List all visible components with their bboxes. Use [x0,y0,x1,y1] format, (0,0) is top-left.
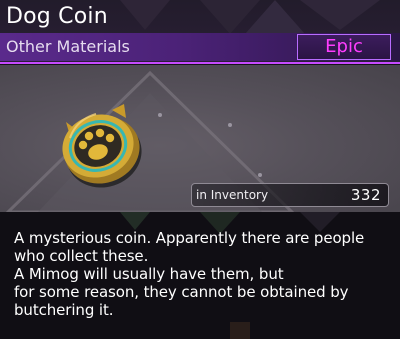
dog-coin-icon [62,104,142,188]
item-description-panel: A mysterious coin. Apparently there are … [0,212,400,339]
item-detail-card: Dog Coin Other Materials Epic in Invento… [0,0,400,339]
rarity-badge: Epic [297,34,391,60]
item-description: A mysterious coin. Apparently there are … [14,229,365,319]
inventory-count: 332 [350,186,381,204]
item-category: Other Materials [6,37,130,56]
item-preview: in Inventory 332 [0,65,400,212]
item-title: Dog Coin [6,4,108,29]
inventory-label: in Inventory [196,188,269,202]
inventory-count-panel: in Inventory 332 [191,183,389,207]
header-divider [0,62,400,64]
item-header: Dog Coin Other Materials Epic [0,0,400,64]
